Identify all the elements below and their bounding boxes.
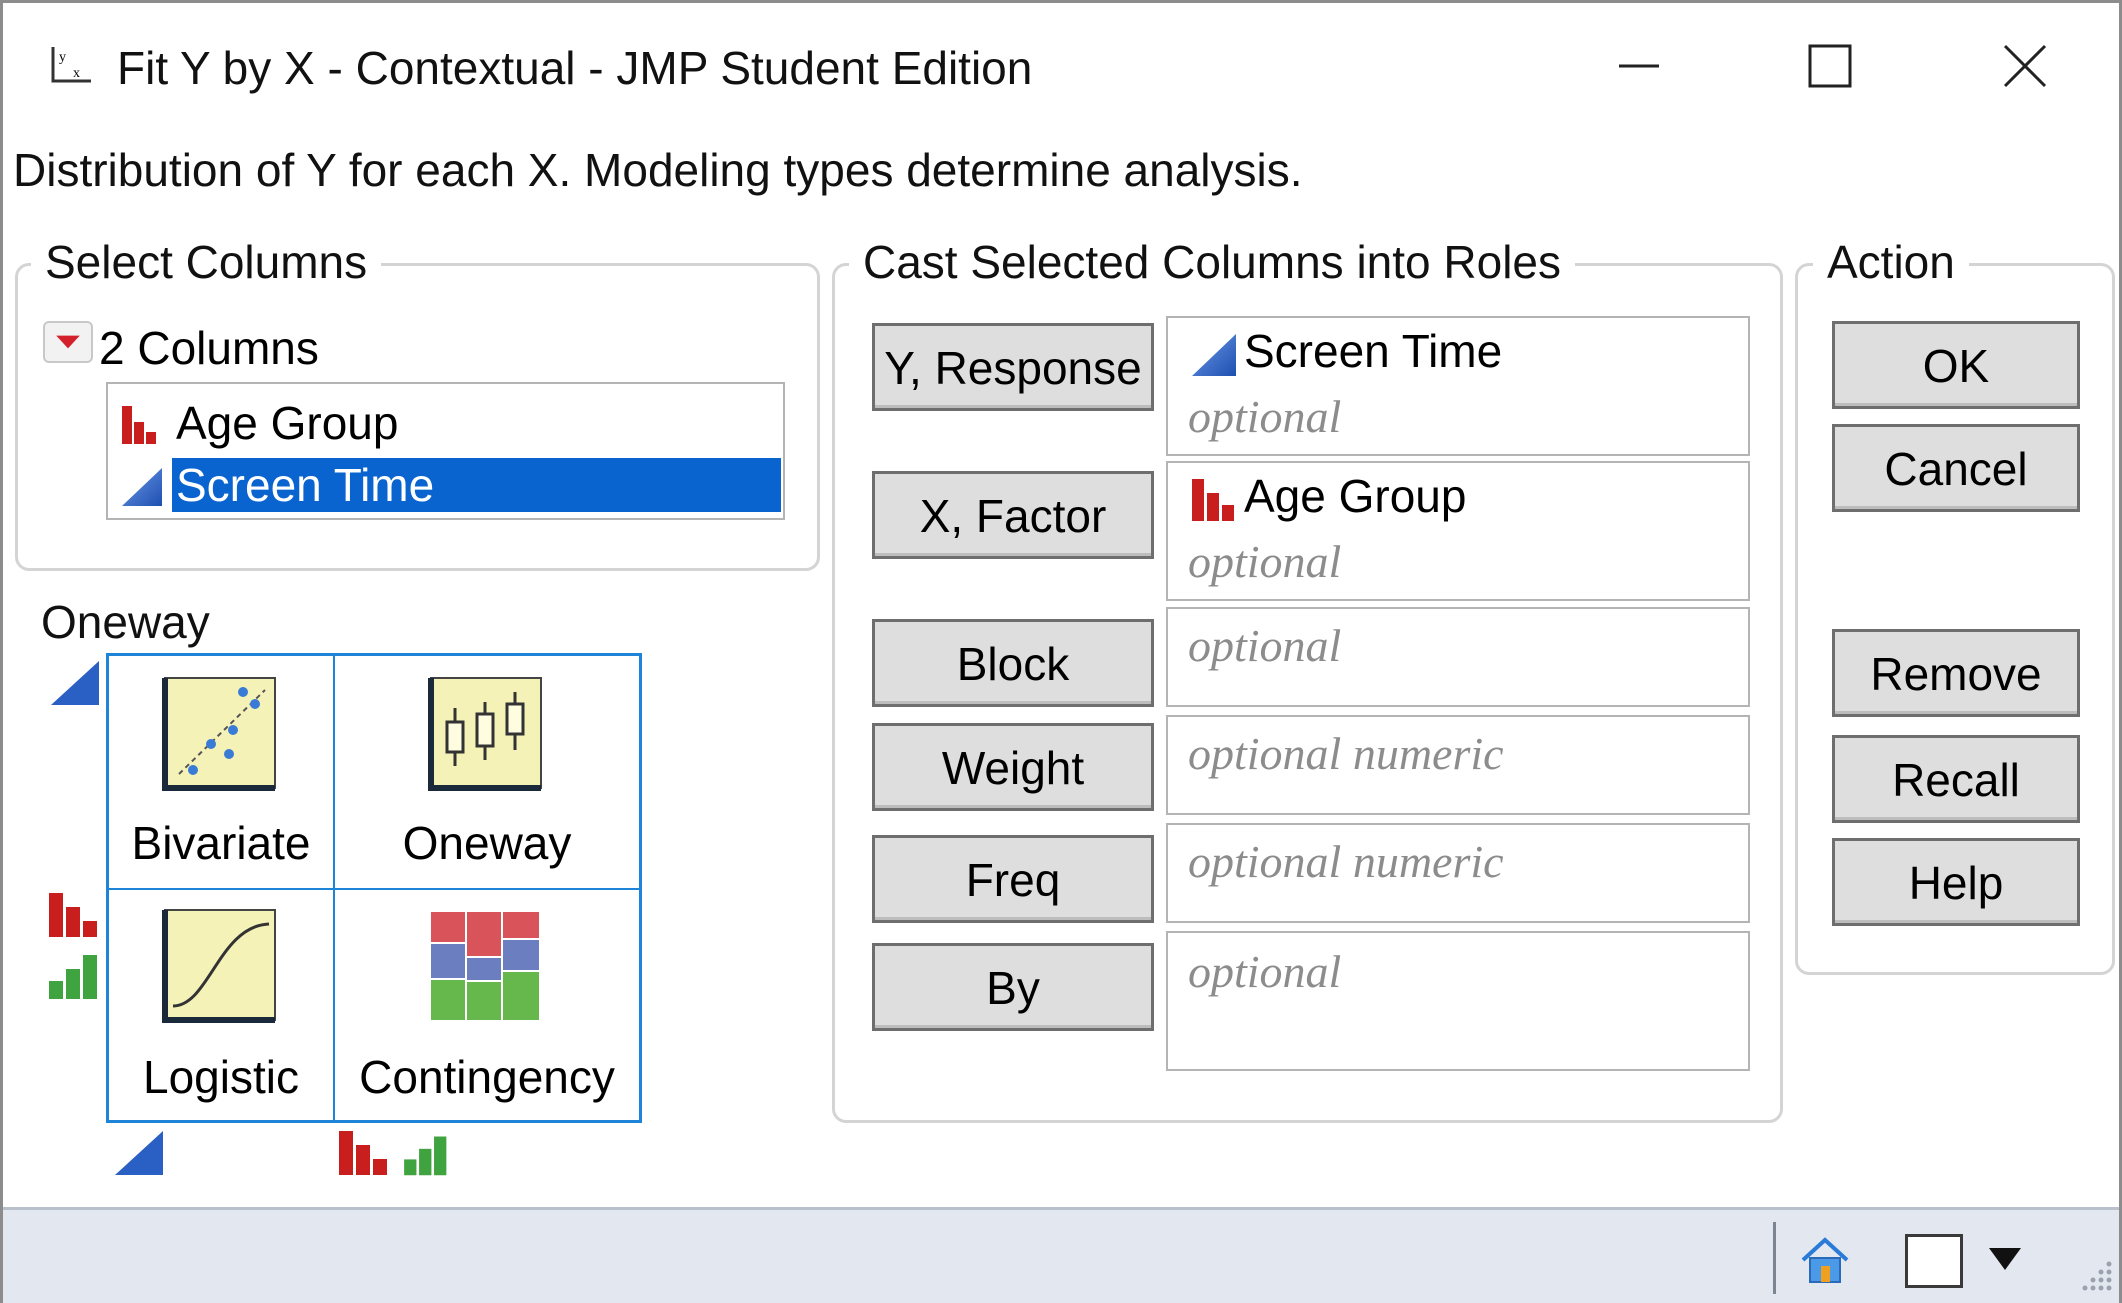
- logistic-curve-icon: [162, 909, 276, 1023]
- minimize-button[interactable]: [1593, 33, 1685, 99]
- x-factor-box[interactable]: Age Group optional: [1166, 461, 1750, 601]
- status-bar: [3, 1207, 2119, 1303]
- analysis-logistic[interactable]: Logistic: [108, 889, 334, 1121]
- continuous-triangle-icon: [115, 1131, 163, 1175]
- analysis-label: Bivariate: [131, 817, 311, 869]
- weight-button[interactable]: Weight: [872, 723, 1154, 811]
- role-placeholder: optional: [1188, 391, 1342, 442]
- analysis-bivariate[interactable]: Bivariate: [108, 655, 334, 889]
- analysis-label: Contingency: [359, 1051, 615, 1103]
- window-title: Fit Y by X - Contextual - JMP Student Ed…: [117, 42, 1033, 94]
- role-placeholder: optional numeric: [1188, 728, 1504, 779]
- role-value: Screen Time: [1244, 325, 1503, 377]
- action-label: Action: [1813, 235, 1969, 289]
- nominal-bar-icon: [49, 893, 97, 937]
- bivariate-scatter-icon: [162, 677, 276, 791]
- nominal-bar-icon: [122, 406, 156, 444]
- ordinal-bar-icon: [49, 955, 97, 999]
- minimize-icon: [1619, 64, 1659, 68]
- contingency-mosaic-icon: [431, 912, 539, 1020]
- current-analysis-label: Oneway: [41, 596, 210, 648]
- continuous-triangle-icon: [51, 661, 99, 705]
- fit-y-by-x-dialog: y x Fit Y by X - Contextual - JMP Studen…: [0, 0, 2122, 1303]
- analysis-label: Oneway: [402, 817, 572, 869]
- block-button[interactable]: Block: [872, 619, 1154, 707]
- status-divider: [1773, 1222, 1776, 1294]
- cancel-button[interactable]: Cancel: [1832, 424, 2080, 512]
- column-name: Age Group: [176, 397, 399, 449]
- dropdown-arrow-icon[interactable]: [1985, 1244, 2025, 1274]
- home-icon[interactable]: [1799, 1236, 1851, 1284]
- role-placeholder: optional: [1188, 536, 1342, 587]
- freq-box[interactable]: optional numeric: [1166, 823, 1750, 923]
- cast-roles-label: Cast Selected Columns into Roles: [849, 235, 1575, 289]
- analysis-oneway[interactable]: Oneway: [334, 655, 640, 889]
- window-square-icon[interactable]: [1905, 1234, 1963, 1288]
- weight-box[interactable]: optional numeric: [1166, 715, 1750, 815]
- recall-button[interactable]: Recall: [1832, 735, 2080, 823]
- dialog-description: Distribution of Y for each X. Modeling t…: [13, 144, 1303, 196]
- ordinal-bar-icon: [404, 1136, 447, 1176]
- y-response-box[interactable]: Screen Time optional: [1166, 316, 1750, 456]
- analysis-label: Logistic: [143, 1051, 299, 1103]
- analysis-type-grid: Bivariate Oneway Logistic Contingency: [106, 653, 642, 1123]
- nominal-bar-icon: [1192, 479, 1234, 521]
- by-box[interactable]: optional: [1166, 931, 1750, 1071]
- title-bar[interactable]: y x Fit Y by X - Contextual - JMP Studen…: [3, 3, 2119, 129]
- resize-grip-icon[interactable]: [2071, 1254, 2115, 1298]
- svg-text:x: x: [73, 66, 80, 81]
- role-placeholder: optional: [1188, 946, 1342, 997]
- close-icon: [2003, 44, 2047, 88]
- column-name: Screen Time: [172, 458, 781, 512]
- x-factor-button[interactable]: X, Factor: [872, 471, 1154, 559]
- continuous-triangle-icon: [122, 468, 162, 506]
- maximize-button[interactable]: [1783, 33, 1875, 99]
- svg-text:y: y: [59, 50, 66, 65]
- block-box[interactable]: optional: [1166, 607, 1750, 707]
- columns-disclosure-button[interactable]: [43, 321, 93, 363]
- freq-button[interactable]: Freq: [872, 835, 1154, 923]
- nominal-bar-icon: [339, 1131, 387, 1175]
- oneway-boxplot-icon: [428, 677, 542, 791]
- red-triangle-menu-icon: [56, 335, 80, 349]
- role-value: Age Group: [1244, 470, 1467, 522]
- role-placeholder: optional numeric: [1188, 836, 1504, 887]
- maximize-icon: [1808, 44, 1852, 88]
- close-button[interactable]: [1979, 33, 2071, 99]
- column-item-age-group[interactable]: Age Group: [112, 392, 781, 454]
- role-placeholder: optional: [1188, 620, 1342, 671]
- y-response-button[interactable]: Y, Response: [872, 323, 1154, 411]
- column-item-screen-time[interactable]: Screen Time: [112, 454, 781, 516]
- by-button[interactable]: By: [872, 943, 1154, 1031]
- analysis-contingency[interactable]: Contingency: [334, 889, 640, 1121]
- ok-button[interactable]: OK: [1832, 321, 2080, 409]
- help-button[interactable]: Help: [1832, 838, 2080, 926]
- select-columns-label: Select Columns: [31, 235, 382, 289]
- column-count: 2 Columns: [99, 322, 319, 374]
- column-list[interactable]: Age Group Screen Time: [106, 382, 785, 520]
- remove-button[interactable]: Remove: [1832, 629, 2080, 717]
- fit-y-by-x-icon: y x: [51, 47, 91, 83]
- continuous-triangle-icon: [1192, 334, 1236, 376]
